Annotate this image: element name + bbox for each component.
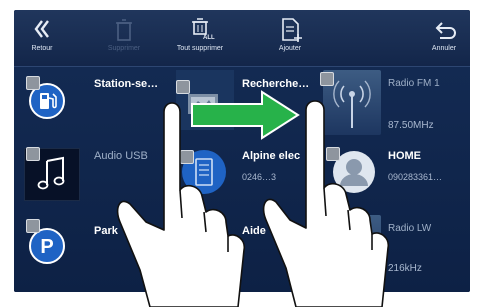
parking-icon: P bbox=[29, 228, 65, 264]
delete-label: Supprimer bbox=[107, 45, 141, 52]
radio-icon bbox=[323, 215, 381, 285]
add-button[interactable]: Ajouter bbox=[268, 14, 312, 64]
trash-all-icon-text: ALL bbox=[203, 35, 215, 41]
favorites-grid: Station-se… Recherche… Radio FM 1 87.50M… bbox=[14, 67, 470, 292]
tile-sublabel: 216kHz bbox=[388, 263, 422, 274]
tile-label: HOME bbox=[388, 150, 421, 162]
tile-select-checkbox[interactable] bbox=[26, 76, 40, 90]
tile-label: Radio FM 1 bbox=[388, 78, 440, 89]
cancel-button[interactable]: Annuler bbox=[424, 14, 464, 64]
tile-label: Radio LW bbox=[388, 223, 432, 234]
back-button[interactable]: Retour bbox=[22, 14, 62, 64]
tile-select-checkbox[interactable] bbox=[26, 147, 40, 161]
delete-all-label: Tout supprimer bbox=[176, 45, 224, 52]
tile-search[interactable]: Recherche… bbox=[174, 70, 324, 135]
tile-label: Aide bbox=[242, 225, 266, 237]
tile-sublabel: 090283361… bbox=[388, 172, 443, 182]
delete-button[interactable]: Supprimer bbox=[102, 14, 146, 64]
tile-thumb: P bbox=[16, 215, 76, 280]
tile-label: Alpine elec bbox=[242, 150, 301, 162]
tile-select-checkbox[interactable] bbox=[26, 219, 40, 233]
svg-text:P: P bbox=[40, 236, 53, 258]
favorites-edit-screen: Retour Supprimer Tout supprimer ALL Ajou… bbox=[14, 10, 470, 292]
tile-sublabel: 0246…3 bbox=[242, 172, 277, 182]
double-chevron-left-icon bbox=[22, 14, 62, 44]
tile-home-contact[interactable]: HOME 090283361… bbox=[320, 142, 468, 207]
tile-radio-lw[interactable]: Radio LW 216kHz bbox=[320, 215, 468, 285]
cancel-label: Annuler bbox=[431, 45, 457, 52]
tile-sublabel: 87.50MHz bbox=[388, 120, 434, 131]
add-label: Ajouter bbox=[278, 45, 302, 52]
tile-label: Station-se… bbox=[94, 78, 159, 90]
add-document-icon bbox=[268, 14, 312, 44]
tile-select-checkbox[interactable] bbox=[180, 150, 194, 164]
tile-alpine[interactable]: Alpine elec 0246…3 bbox=[174, 142, 324, 207]
delete-all-button[interactable]: Tout supprimer bbox=[170, 14, 230, 64]
back-label: Retour bbox=[31, 45, 53, 52]
tile-help[interactable]: Aide bbox=[174, 215, 324, 280]
tile-label: Audio USB bbox=[94, 150, 148, 162]
map-photo-icon bbox=[176, 70, 234, 130]
tile-label: Park bbox=[94, 225, 118, 237]
trash-icon bbox=[102, 14, 146, 44]
tile-label: Recherche… bbox=[242, 78, 310, 90]
tile-select-checkbox[interactable] bbox=[320, 72, 334, 86]
tile-radio-fm1[interactable]: Radio FM 1 87.50MHz bbox=[320, 70, 468, 135]
help-icon bbox=[174, 215, 234, 280]
undo-arrow-icon bbox=[424, 14, 464, 44]
toolbar: Retour Supprimer Tout supprimer ALL Ajou… bbox=[14, 10, 470, 67]
trash-all-icon bbox=[170, 14, 230, 44]
tile-select-checkbox[interactable] bbox=[326, 147, 340, 161]
tile-select-checkbox[interactable] bbox=[176, 80, 190, 94]
tile-thumb bbox=[16, 70, 76, 135]
